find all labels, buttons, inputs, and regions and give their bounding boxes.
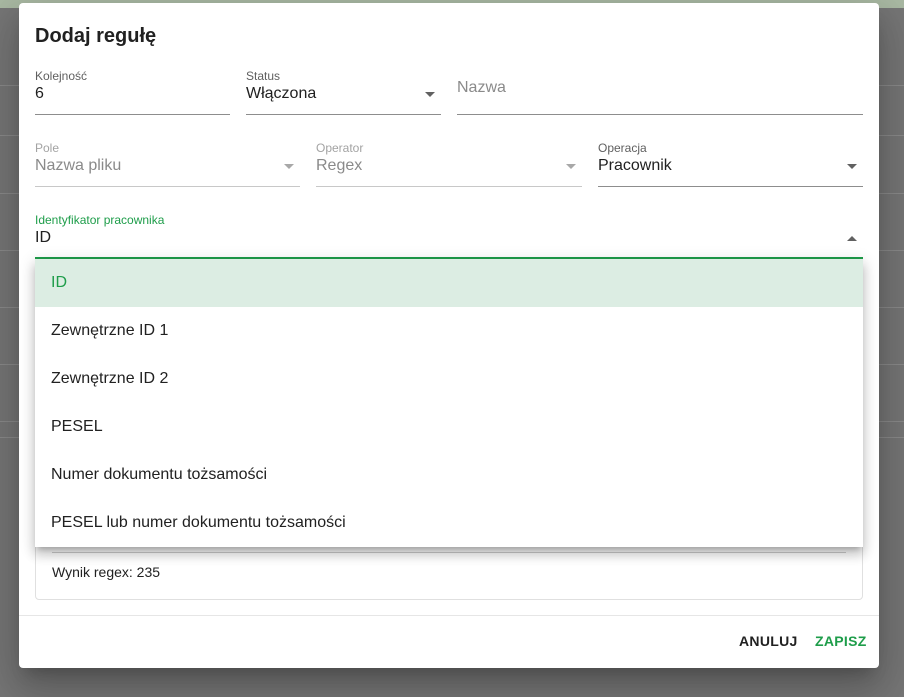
menu-option-pesel-or-document[interactable]: PESEL lub numer dokumentu tożsamości xyxy=(35,499,863,547)
operation-underline xyxy=(598,186,863,187)
field-label: Pole xyxy=(35,141,60,155)
menu-option-external-id-2[interactable]: Zewnętrzne ID 2 xyxy=(35,355,863,403)
operation-select[interactable]: Operacja Pracownik xyxy=(598,141,863,187)
menu-option-id[interactable]: ID xyxy=(35,259,863,307)
operation-label: Operacja xyxy=(598,141,647,155)
chevron-down-icon xyxy=(847,164,857,169)
menu-option-pesel[interactable]: PESEL xyxy=(35,403,863,451)
field-value: Nazwa pliku xyxy=(35,157,122,174)
name-input[interactable]: Nazwa xyxy=(457,69,863,115)
employee-identifier-label: Identyfikator pracownika xyxy=(35,213,165,227)
chevron-down-icon xyxy=(566,164,576,169)
order-label: Kolejność xyxy=(35,69,88,83)
operator-underline xyxy=(316,186,582,187)
order-field[interactable]: Kolejność 6 xyxy=(35,69,230,115)
order-value: 6 xyxy=(35,85,44,102)
cancel-button[interactable]: ANULUJ xyxy=(739,633,798,649)
status-select[interactable]: Status Włączona xyxy=(246,69,441,115)
chevron-down-icon xyxy=(284,164,294,169)
employee-identifier-value: ID xyxy=(35,229,51,246)
chevron-up-icon xyxy=(847,236,857,241)
footer-divider xyxy=(19,615,879,616)
menu-option-external-id-1[interactable]: Zewnętrzne ID 1 xyxy=(35,307,863,355)
status-label: Status xyxy=(246,69,281,83)
status-value: Włączona xyxy=(246,85,317,102)
chevron-down-icon xyxy=(425,92,435,97)
field-underline xyxy=(35,186,300,187)
operation-value: Pracownik xyxy=(598,157,672,174)
field-select[interactable]: Pole Nazwa pliku xyxy=(35,141,300,187)
employee-identifier-menu: ID Zewnętrzne ID 1 Zewnętrzne ID 2 PESEL… xyxy=(35,259,863,547)
status-underline xyxy=(246,114,441,115)
save-button[interactable]: ZAPISZ xyxy=(815,633,867,649)
operator-select[interactable]: Operator Regex xyxy=(316,141,582,187)
operator-label: Operator xyxy=(316,141,364,155)
employee-identifier-select[interactable]: Identyfikator pracownika ID xyxy=(35,213,863,259)
name-placeholder: Nazwa xyxy=(457,79,506,96)
operator-value: Regex xyxy=(316,157,363,174)
order-underline xyxy=(35,114,230,115)
name-underline xyxy=(457,114,863,115)
menu-option-id-document-number[interactable]: Numer dokumentu tożsamości xyxy=(35,451,863,499)
result-divider xyxy=(52,552,846,553)
dialog-title: Dodaj regułę xyxy=(35,25,157,47)
regex-result-text: Wynik regex: 235 xyxy=(52,564,161,580)
